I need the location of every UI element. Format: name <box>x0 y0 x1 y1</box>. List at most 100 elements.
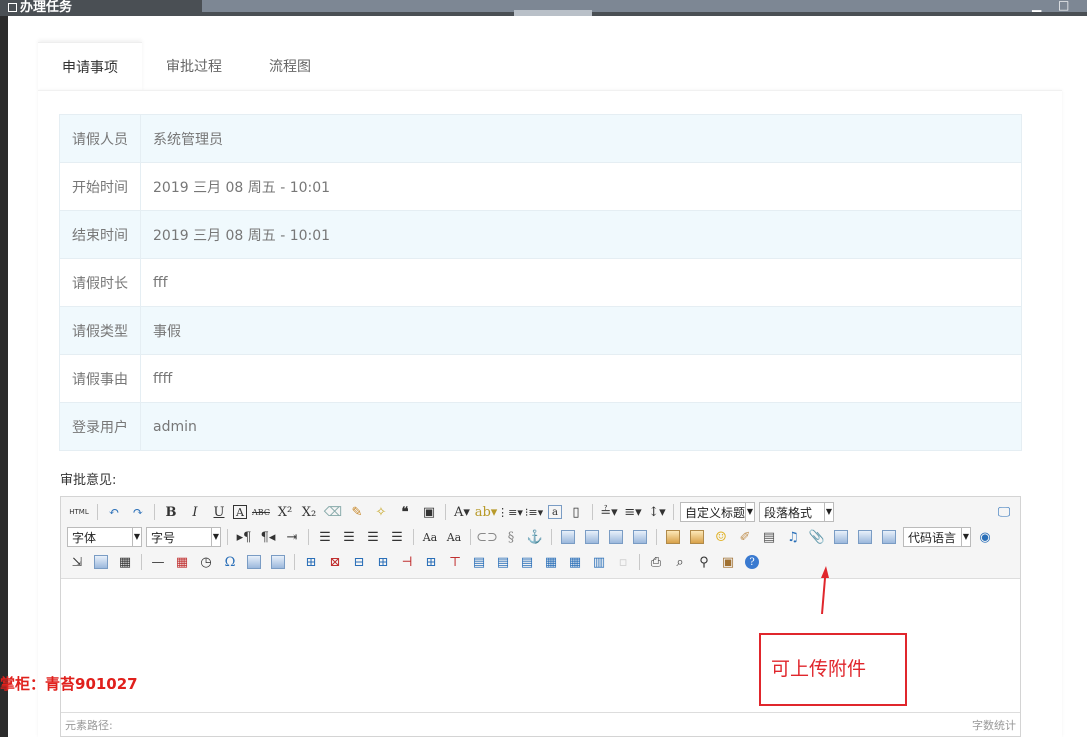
map-icon[interactable] <box>834 530 848 544</box>
editor-toolbar: HTML ↶ ↷ B I U A ABC X² X₂ ⌫ ✎ ✧ ❝ ▣ A▾ … <box>61 497 1020 579</box>
special-chars-icon[interactable]: Ω <box>220 552 240 572</box>
auto-format-icon[interactable]: ✧ <box>371 502 391 522</box>
split-cells-icon[interactable]: ▦ <box>541 552 561 572</box>
chevron-down-icon: ▼ <box>961 528 970 546</box>
toolbar-row-2: 字体 ▼ 字号 ▼ ▸¶ ¶◂ ⇥ ☰ ☰ ☰ ☰ Aa Aa ⊂⊃ § ⚓ ☺… <box>65 526 997 548</box>
date-icon[interactable]: ▦ <box>172 552 192 572</box>
template-icon[interactable] <box>94 555 108 569</box>
row-label: 请假时长 <box>59 258 141 307</box>
toolbar-separator <box>97 504 98 520</box>
maximize-button[interactable]: □ <box>1058 0 1069 12</box>
search-replace-binoculars-icon[interactable]: ⚲ <box>694 552 714 572</box>
background-icon[interactable]: ▦ <box>115 552 135 572</box>
unordered-list-icon[interactable]: ⁝≡▾ <box>524 502 544 522</box>
toolbar-separator <box>154 504 155 520</box>
uppercase-icon[interactable]: Aa <box>420 527 440 547</box>
font-color-icon[interactable]: A▾ <box>452 502 472 522</box>
link-icon[interactable]: ⊂⊃ <box>476 527 498 547</box>
page-break-icon[interactable]: ⇲ <box>67 552 87 572</box>
time-icon[interactable]: ◷ <box>196 552 216 572</box>
merge-cells-icon[interactable]: ▤ <box>469 552 489 572</box>
font-size-select[interactable]: 字号 ▼ <box>146 527 221 547</box>
align-center-icon[interactable]: ☰ <box>339 527 359 547</box>
attachment-icon[interactable]: 📎 <box>807 527 827 547</box>
paragraph-format-select[interactable]: 段落格式 ▼ <box>759 502 834 522</box>
unlink-icon[interactable]: § <box>501 527 521 547</box>
tab-flowchart[interactable]: 流程图 <box>245 42 335 92</box>
merge-right-icon[interactable]: ▤ <box>493 552 513 572</box>
emotion-icon[interactable]: ☺ <box>711 527 731 547</box>
preview-icon[interactable]: ⌕ <box>670 552 690 572</box>
anchor-icon[interactable]: ⚓ <box>525 527 545 547</box>
table-row: 请假类型 事假 <box>59 306 1022 355</box>
clear-doc-icon[interactable]: ▯ <box>566 502 586 522</box>
ltr-icon[interactable]: ▸¶ <box>234 527 254 547</box>
ordered-list-icon[interactable]: ⋮≡▾ <box>497 502 523 522</box>
leave-info-table: 请假人员 系统管理员 开始时间 2019 三月 08 周五 - 10:01 结束时间… <box>59 114 1022 451</box>
format-brush-icon[interactable]: ✎ <box>347 502 367 522</box>
help-icon[interactable]: ? <box>745 555 759 569</box>
delete-row-icon[interactable]: ⊣ <box>397 552 417 572</box>
split-cols-icon[interactable]: ▥ <box>589 552 609 572</box>
code-language-select[interactable]: 代码语言 ▼ <box>903 527 971 547</box>
insert-frame-icon[interactable] <box>882 530 896 544</box>
row-label: 登录用户 <box>59 402 141 451</box>
split-rows-icon[interactable]: ▦ <box>565 552 585 572</box>
rtl-icon[interactable]: ¶◂ <box>258 527 278 547</box>
custom-title-value: 自定义标题 <box>685 505 746 520</box>
eraser-icon[interactable]: ⌫ <box>323 502 343 522</box>
tab-apply-items[interactable]: 申请事项 <box>38 42 142 92</box>
row-spacing-bottom-icon[interactable]: ≡▾ <box>623 502 643 522</box>
tab-approval-process[interactable]: 审批过程 <box>142 42 246 92</box>
superscript-icon[interactable]: X² <box>275 502 295 522</box>
insert-image-icon[interactable] <box>690 530 704 544</box>
html-source-button[interactable]: HTML <box>67 502 91 522</box>
simple-upload-icon[interactable] <box>666 530 680 544</box>
insert-col-icon[interactable]: ⊞ <box>421 552 441 572</box>
insert-table-icon[interactable]: ⊞ <box>301 552 321 572</box>
redo-icon[interactable]: ↷ <box>128 502 148 522</box>
font-border-icon[interactable]: A <box>233 505 247 519</box>
scrawl-icon[interactable]: ✐ <box>735 527 755 547</box>
custom-title-select[interactable]: 自定义标题 ▼ <box>680 502 755 522</box>
drafts-icon[interactable]: ▣ <box>718 552 738 572</box>
select-all-icon[interactable]: a <box>548 505 562 519</box>
row-spacing-top-icon[interactable]: ≟▾ <box>599 502 619 522</box>
align-left-icon[interactable]: ☰ <box>315 527 335 547</box>
delete-table-icon[interactable]: ⊠ <box>325 552 345 572</box>
chart-icon[interactable]: ▫ <box>613 552 633 572</box>
strikethrough-icon[interactable]: ABC <box>251 502 271 522</box>
google-map-icon[interactable] <box>858 530 872 544</box>
image-left-icon[interactable] <box>585 530 599 544</box>
horizontal-rule-icon[interactable]: — <box>148 552 168 572</box>
insert-video-icon[interactable]: ▤ <box>759 527 779 547</box>
print-icon[interactable]: ⎙ <box>646 552 666 572</box>
delete-col-icon[interactable]: ⊤ <box>445 552 465 572</box>
subscript-icon[interactable]: X₂ <box>299 502 319 522</box>
image-center-icon[interactable] <box>633 530 647 544</box>
italic-icon[interactable]: I <box>185 502 205 522</box>
wordimage-icon[interactable] <box>247 555 261 569</box>
merge-down-icon[interactable]: ▤ <box>517 552 537 572</box>
font-family-select[interactable]: 字体 ▼ <box>67 527 142 547</box>
bold-icon[interactable]: B <box>161 502 181 522</box>
minimize-button[interactable]: ▁ <box>1032 0 1041 12</box>
line-height-icon[interactable]: ↕▾ <box>647 502 667 522</box>
background-color-icon[interactable]: ab▾ <box>475 502 498 522</box>
fullscreen-icon[interactable]: 🖵 <box>994 502 1014 522</box>
underline-icon[interactable]: U <box>209 502 229 522</box>
music-icon[interactable]: ♫ <box>783 527 803 547</box>
image-none-icon[interactable] <box>561 530 575 544</box>
align-right-icon[interactable]: ☰ <box>363 527 383 547</box>
indent-icon[interactable]: ⇥ <box>282 527 302 547</box>
web-app-icon[interactable]: ◉ <box>975 527 995 547</box>
undo-icon[interactable]: ↶ <box>104 502 124 522</box>
image-right-icon[interactable] <box>609 530 623 544</box>
blockquote-icon[interactable]: ❝ <box>395 502 415 522</box>
insert-para-before-table-icon[interactable]: ⊟ <box>349 552 369 572</box>
search-replace-icon[interactable] <box>271 555 285 569</box>
paste-plain-icon[interactable]: ▣ <box>419 502 439 522</box>
insert-row-icon[interactable]: ⊞ <box>373 552 393 572</box>
align-justify-icon[interactable]: ☰ <box>387 527 407 547</box>
lowercase-icon[interactable]: Aa <box>444 527 464 547</box>
